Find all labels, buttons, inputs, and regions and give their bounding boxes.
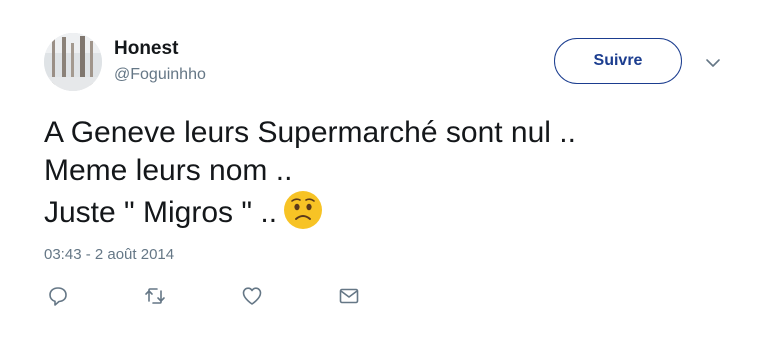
- reply-icon[interactable]: [46, 284, 70, 308]
- retweet-icon[interactable]: [143, 284, 167, 308]
- follow-button[interactable]: Suivre: [554, 38, 682, 84]
- tweet-text-line-with-emoji: Juste " Migros " ..: [44, 190, 744, 232]
- tweet-text-line: Juste " Migros " ..: [44, 196, 278, 229]
- user-handle[interactable]: @Foguinhho: [114, 65, 206, 85]
- like-icon[interactable]: [240, 284, 264, 308]
- tweet-actions: [0, 284, 768, 308]
- tweet-card: Honest @Foguinhho Suivre A Geneve leurs …: [0, 0, 768, 340]
- worried-face-icon: [283, 190, 323, 230]
- chevron-down-icon[interactable]: [704, 54, 722, 72]
- tweet-text: A Geneve leurs Supermarché sont nul .. M…: [44, 114, 744, 232]
- direct-message-icon[interactable]: [337, 284, 361, 308]
- tweet-text-line: Meme leurs nom ..: [44, 154, 293, 187]
- display-name[interactable]: Honest: [114, 38, 178, 60]
- avatar-image: [44, 33, 102, 91]
- avatar[interactable]: [44, 33, 102, 91]
- tweet-text-line: A Geneve leurs Supermarché sont nul ..: [44, 116, 576, 149]
- tweet-timestamp[interactable]: 03:43 - 2 août 2014: [44, 246, 174, 264]
